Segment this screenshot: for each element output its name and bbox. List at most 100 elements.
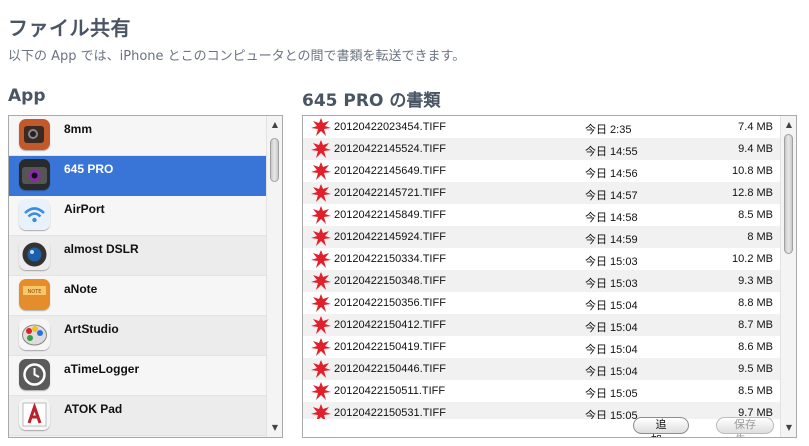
page-subtitle: 以下の App では、iPhone とこのコンピュータとの間で書類を転送できます… [8, 49, 466, 64]
document-row[interactable]: 20120422150356.TIFF 今日 15:04 8.8 MB [303, 292, 781, 314]
documents-footer [303, 419, 781, 437]
tiff-file-icon [311, 118, 331, 136]
document-size: 8 MB [747, 231, 773, 243]
document-name: 20120422145849.TIFF [334, 209, 446, 221]
document-row[interactable]: 20120422150334.TIFF 今日 15:03 10.2 MB [303, 248, 781, 270]
document-name: 20120422150531.TIFF [334, 407, 446, 419]
anote-notebook-icon: NOTE [19, 279, 50, 310]
document-size: 8.5 MB [738, 209, 773, 221]
app-list-item[interactable]: 645 PRO [9, 156, 267, 196]
document-name: 20120422150419.TIFF [334, 341, 446, 353]
app-list-item[interactable]: ArtStudio [9, 316, 267, 356]
atimelogger-clock-icon [19, 359, 50, 390]
document-date: 今日 15:04 [585, 322, 638, 334]
document-row[interactable]: 20120422150348.TIFF 今日 15:03 9.3 MB [303, 270, 781, 292]
document-size: 8.8 MB [738, 297, 773, 309]
app-list-item[interactable]: ATOK Pad [9, 396, 267, 436]
app-name-label: almost DSLR [64, 242, 139, 256]
document-date: 今日 15:05 [585, 388, 638, 400]
almost-dslr-lens-icon [19, 239, 50, 270]
document-name: 20120422145721.TIFF [334, 187, 446, 199]
scroll-down-arrow-icon[interactable]: ▼ [267, 421, 282, 435]
tiff-file-icon [311, 228, 331, 246]
document-name: 20120422145924.TIFF [334, 231, 446, 243]
document-row[interactable]: 20120422145721.TIFF 今日 14:57 12.8 MB [303, 182, 781, 204]
scrollbar-thumb[interactable] [270, 138, 279, 182]
scroll-down-arrow-icon[interactable]: ▼ [781, 421, 796, 435]
app-list-item[interactable]: NOTE aNote [9, 276, 267, 316]
artstudio-palette-icon [19, 319, 50, 350]
document-rows: 20120422023454.TIFF 今日 2:35 7.4 MB 20120422… [303, 116, 781, 424]
scrollbar-thumb[interactable] [784, 134, 793, 254]
documents-scrollbar[interactable]: ▲ ▼ [780, 116, 796, 437]
app-items: 8mm 645 PRO AirPort almost DSLR NOTE aNote Art… [9, 116, 267, 436]
document-date: 今日 2:35 [585, 124, 632, 136]
document-name: 20120422145524.TIFF [334, 143, 446, 155]
document-date: 今日 14:58 [585, 212, 638, 224]
document-size: 8.7 MB [738, 319, 773, 331]
app-list[interactable]: 8mm 645 PRO AirPort almost DSLR NOTE aNote Art… [8, 115, 283, 438]
app-name-label: ArtStudio [64, 322, 119, 336]
tiff-file-icon [311, 250, 331, 268]
atok-pad-icon [19, 399, 50, 430]
tiff-file-icon [311, 162, 331, 180]
add-button[interactable]: 追加... [633, 417, 689, 437]
tiff-file-icon [311, 382, 331, 400]
document-name: 20120422145649.TIFF [334, 165, 446, 177]
tiff-file-icon [311, 338, 331, 356]
app-name-label: AirPort [64, 202, 105, 216]
document-name: 20120422023454.TIFF [334, 121, 446, 133]
tiff-file-icon [311, 140, 331, 158]
document-date: 今日 14:56 [585, 168, 638, 180]
app-list-item[interactable]: AirPort [9, 196, 267, 236]
document-date: 今日 15:03 [585, 256, 638, 268]
tiff-file-icon [311, 294, 331, 312]
app-name-label: 8mm [64, 122, 93, 136]
document-name: 20120422150356.TIFF [334, 297, 446, 309]
scroll-up-arrow-icon[interactable]: ▲ [267, 118, 282, 132]
document-size: 7.4 MB [738, 121, 773, 133]
tiff-file-icon [311, 272, 331, 290]
app-name-label: 645 PRO [64, 162, 114, 176]
tiff-file-icon [311, 206, 331, 224]
app-list-item[interactable]: almost DSLR [9, 236, 267, 276]
app-list-item[interactable]: aTimeLogger [9, 356, 267, 396]
document-size: 8.5 MB [738, 385, 773, 397]
document-row[interactable]: 20120422150511.TIFF 今日 15:05 8.5 MB [303, 380, 781, 402]
save-to-button[interactable]: 保存先... [716, 417, 774, 437]
645pro-camera-icon [19, 159, 50, 190]
document-date: 今日 14:59 [585, 234, 638, 246]
document-row[interactable]: 20120422145524.TIFF 今日 14:55 9.4 MB [303, 138, 781, 160]
document-row[interactable]: 20120422145924.TIFF 今日 14:59 8 MB [303, 226, 781, 248]
document-date: 今日 14:55 [585, 146, 638, 158]
document-row[interactable]: 20120422150419.TIFF 今日 15:04 8.6 MB [303, 336, 781, 358]
app-name-label: aNote [64, 282, 98, 296]
app-name-label: aTimeLogger [64, 362, 140, 376]
document-date: 今日 15:04 [585, 344, 638, 356]
app-name-label: ATOK Pad [64, 402, 123, 416]
document-row[interactable]: 20120422145649.TIFF 今日 14:56 10.8 MB [303, 160, 781, 182]
document-size: 8.6 MB [738, 341, 773, 353]
document-date: 今日 15:04 [585, 300, 638, 312]
document-name: 20120422150412.TIFF [334, 319, 446, 331]
tiff-file-icon [311, 316, 331, 334]
documents-list[interactable]: 20120422023454.TIFF 今日 2:35 7.4 MB 20120422… [302, 115, 797, 438]
document-size: 9.4 MB [738, 143, 773, 155]
app-list-scrollbar[interactable]: ▲ ▼ [266, 116, 282, 437]
app-list-item[interactable]: 8mm [9, 116, 267, 156]
document-size: 9.3 MB [738, 275, 773, 287]
document-name: 20120422150511.TIFF [334, 385, 446, 397]
tiff-file-icon [311, 184, 331, 202]
document-size: 10.8 MB [732, 165, 773, 177]
document-row[interactable]: 20120422150446.TIFF 今日 15:04 9.5 MB [303, 358, 781, 380]
document-row[interactable]: 20120422150412.TIFF 今日 15:04 8.7 MB [303, 314, 781, 336]
document-date: 今日 15:03 [585, 278, 638, 290]
document-name: 20120422150334.TIFF [334, 253, 446, 265]
scroll-up-arrow-icon[interactable]: ▲ [781, 118, 796, 132]
airport-wifi-icon [19, 199, 50, 230]
document-size: 9.5 MB [738, 363, 773, 375]
document-name: 20120422150348.TIFF [334, 275, 446, 287]
document-size: 12.8 MB [732, 187, 773, 199]
document-row[interactable]: 20120422145849.TIFF 今日 14:58 8.5 MB [303, 204, 781, 226]
document-row[interactable]: 20120422023454.TIFF 今日 2:35 7.4 MB [303, 116, 781, 138]
